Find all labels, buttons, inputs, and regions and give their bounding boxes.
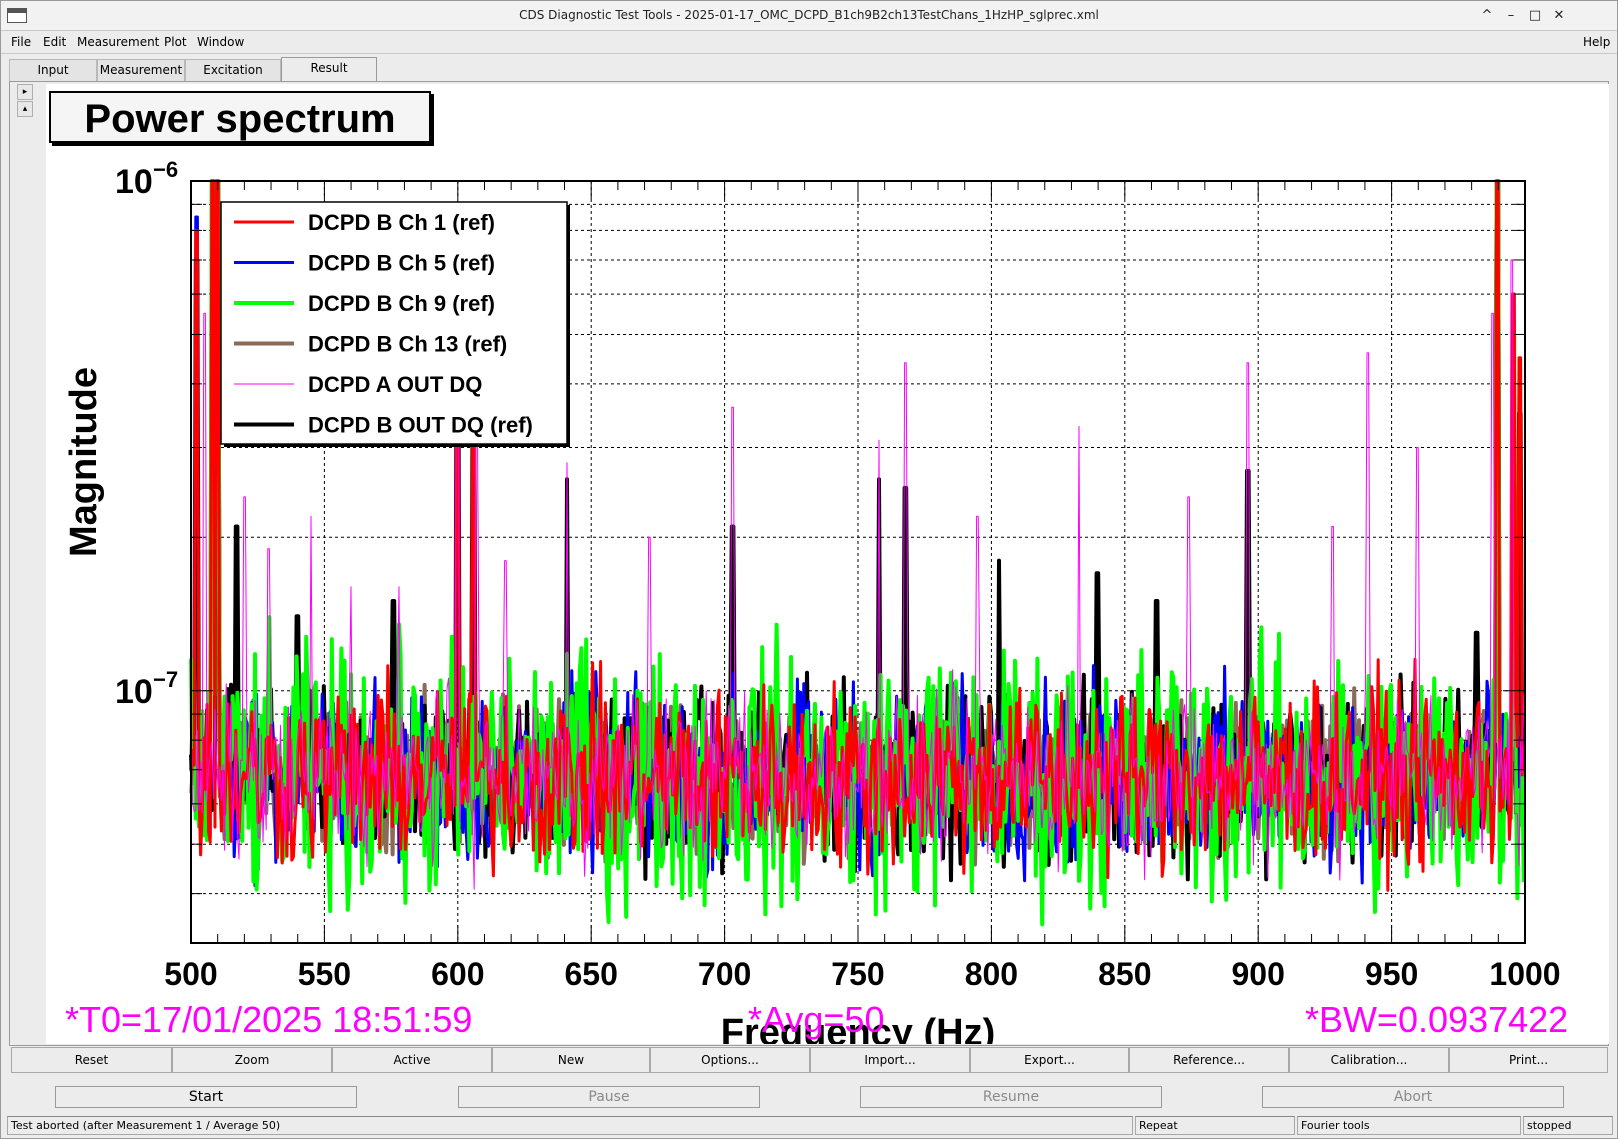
- resume-button[interactable]: Resume: [860, 1086, 1162, 1108]
- info-bw: *BW=0.0937422: [1305, 999, 1569, 1040]
- x-tick-label: 700: [698, 956, 751, 992]
- y-tick-exponent: −6: [153, 157, 178, 182]
- new-button[interactable]: New: [492, 1047, 650, 1073]
- tab-input[interactable]: Input: [9, 59, 97, 81]
- info-t0: *T0=17/01/2025 18:51:59: [65, 999, 473, 1040]
- legend-box: [220, 201, 568, 445]
- legend-entry[interactable]: DCPD A OUT DQ: [308, 372, 482, 397]
- legend-entry[interactable]: DCPD B Ch 1 (ref): [308, 210, 495, 235]
- collapse-up-icon[interactable]: ▴: [17, 101, 33, 117]
- x-tick-label: 1000: [1489, 956, 1560, 992]
- active-button[interactable]: Active: [332, 1047, 492, 1073]
- y-tick-exponent: −7: [153, 667, 178, 692]
- info-avg: *Avg=50: [748, 999, 885, 1040]
- close-icon[interactable]: ✕: [1549, 6, 1569, 26]
- x-tick-label: 900: [1232, 956, 1285, 992]
- plot-title-box: Power spectrum: [49, 91, 431, 143]
- power-spectrum-chart[interactable]: 500 550 600 650 700 750 800 850 900 950 100010 −610…: [46, 84, 1609, 1044]
- status-message: Test aborted (after Measurement 1 / Aver…: [7, 1116, 1133, 1135]
- status-tool: Fourier tools: [1297, 1116, 1521, 1135]
- legend-entry[interactable]: DCPD B Ch 9 (ref): [308, 291, 495, 316]
- menu-window[interactable]: Window: [197, 35, 244, 49]
- menu-plot[interactable]: Plot: [164, 35, 187, 49]
- export-button[interactable]: Export...: [970, 1047, 1129, 1073]
- status-bar: Test aborted (after Measurement 1 / Aver…: [7, 1116, 1613, 1136]
- menu-help[interactable]: Help: [1583, 35, 1610, 49]
- calibration-button[interactable]: Calibration...: [1289, 1047, 1449, 1073]
- expand-right-icon[interactable]: ▸: [17, 84, 33, 100]
- abort-button[interactable]: Abort: [1262, 1086, 1564, 1108]
- pause-button[interactable]: Pause: [458, 1086, 760, 1108]
- x-tick-label: 550: [298, 956, 351, 992]
- app-window: CDS Diagnostic Test Tools - 2025-01-17_O…: [0, 0, 1618, 1139]
- y-tick-label: 10: [115, 163, 153, 201]
- x-tick-label: 850: [1098, 956, 1151, 992]
- tab-result[interactable]: Result: [281, 57, 377, 81]
- x-tick-label: 750: [831, 956, 884, 992]
- shade-icon[interactable]: ^: [1477, 6, 1497, 26]
- menu-edit[interactable]: Edit: [43, 35, 66, 49]
- menu-file[interactable]: File: [11, 35, 31, 49]
- reference-button[interactable]: Reference...: [1129, 1047, 1289, 1073]
- x-tick-label: 950: [1365, 956, 1418, 992]
- menu-measurement[interactable]: Measurement: [77, 35, 159, 49]
- print-button[interactable]: Print...: [1449, 1047, 1608, 1073]
- window-title: CDS Diagnostic Test Tools - 2025-01-17_O…: [519, 8, 1099, 22]
- legend-entry[interactable]: DCPD B OUT DQ (ref): [308, 413, 533, 438]
- y-axis-label: Magnitude: [63, 367, 105, 557]
- title-bar: CDS Diagnostic Test Tools - 2025-01-17_O…: [1, 1, 1617, 31]
- reset-button[interactable]: Reset: [11, 1047, 172, 1073]
- tab-excitation[interactable]: Excitation: [185, 59, 281, 81]
- minimize-icon[interactable]: –: [1501, 6, 1521, 26]
- tab-bar: Input Measurement Excitation Result: [9, 57, 1609, 81]
- x-tick-label: 500: [164, 956, 217, 992]
- menu-bar: File Edit Measurement Plot Window Help: [1, 32, 1617, 54]
- start-button[interactable]: Start: [55, 1086, 357, 1108]
- status-state: stopped: [1523, 1116, 1613, 1135]
- maximize-icon[interactable]: □: [1525, 6, 1545, 26]
- y-tick-label: 10: [115, 673, 153, 711]
- plot-canvas[interactable]: 500 550 600 650 700 750 800 850 900 950 1000 10 −6 10…: [46, 84, 1609, 1044]
- legend-entry[interactable]: DCPD B Ch 13 (ref): [308, 332, 507, 357]
- x-tick-label: 800: [965, 956, 1018, 992]
- plot-title: Power spectrum: [84, 97, 396, 141]
- tab-measurement[interactable]: Measurement: [97, 59, 185, 81]
- options-button[interactable]: Options...: [650, 1047, 810, 1073]
- zoom-button[interactable]: Zoom: [172, 1047, 332, 1073]
- action-bar: Start Pause Resume Abort: [11, 1082, 1608, 1112]
- x-tick-label: 650: [565, 956, 618, 992]
- x-tick-label: 600: [431, 956, 484, 992]
- plot-toolbar: Reset Zoom Active New Options... Import.…: [11, 1047, 1608, 1073]
- import-button[interactable]: Import...: [810, 1047, 970, 1073]
- status-mode: Repeat: [1135, 1116, 1295, 1135]
- legend-entry[interactable]: DCPD B Ch 5 (ref): [308, 251, 495, 276]
